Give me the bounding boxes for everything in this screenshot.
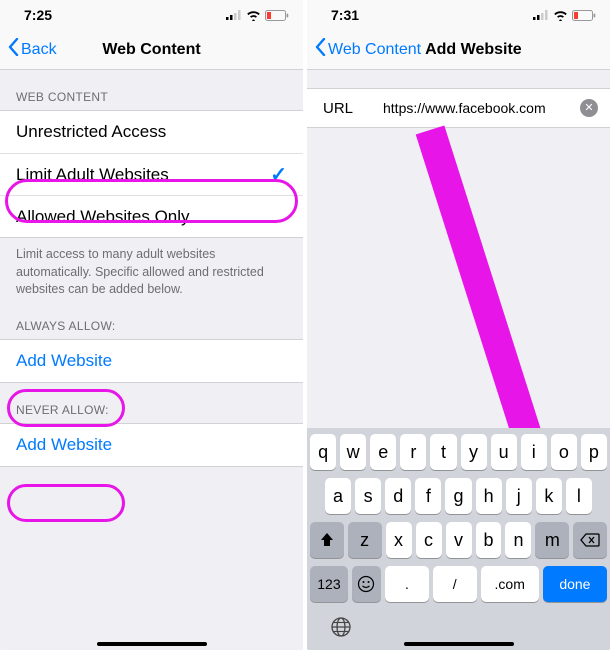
shift-key[interactable]: [310, 522, 344, 558]
keyboard-row: 123 . / .com done: [310, 566, 607, 602]
clear-icon[interactable]: ✕: [580, 99, 598, 117]
key-a[interactable]: a: [325, 478, 351, 514]
wifi-icon: [246, 10, 261, 21]
status-time: 7:25: [24, 7, 52, 23]
battery-icon: [572, 10, 596, 21]
option-label: Allowed Websites Only: [16, 207, 190, 227]
keyboard-row: asdfghjkl: [310, 478, 607, 514]
url-row: URL ✕: [307, 88, 610, 128]
phone-left: 7:25 Back Web Content WEB CONTENT: [0, 0, 303, 650]
key-o[interactable]: o: [551, 434, 577, 470]
key-q[interactable]: q: [310, 434, 336, 470]
page-title: Add Website: [425, 41, 522, 59]
url-label: URL: [323, 100, 383, 117]
key-s[interactable]: s: [355, 478, 381, 514]
key-w[interactable]: w: [340, 434, 366, 470]
wifi-icon: [553, 10, 568, 21]
status-bar: 7:31: [307, 0, 610, 30]
key-j[interactable]: j: [506, 478, 532, 514]
option-label: Limit Adult Websites: [16, 165, 169, 185]
back-label: Back: [21, 41, 57, 59]
section-footer: Limit access to many adult websites auto…: [0, 238, 303, 305]
signal-icon: [533, 10, 549, 20]
web-content-options: Unrestricted Access Limit Adult Websites…: [0, 110, 303, 238]
key-y[interactable]: y: [461, 434, 487, 470]
checkmark-icon: ✓: [270, 162, 287, 187]
option-label: Unrestricted Access: [16, 122, 166, 142]
keyboard-row: qwertyuiop: [310, 434, 607, 470]
highlight-ring: [7, 484, 125, 522]
always-allow-group: Add Website: [0, 339, 303, 383]
phone-right: 7:31 Web Content Add Website URL: [307, 0, 610, 650]
signal-icon: [226, 10, 242, 20]
add-website-button-always[interactable]: Add Website: [0, 340, 303, 382]
back-label: Web Content: [328, 41, 421, 59]
keyboard: qwertyuiop asdfghjkl zxcvbnm 123 . / .co…: [307, 428, 610, 650]
status-time: 7:31: [331, 7, 359, 23]
chevron-left-icon: [315, 38, 326, 61]
home-indicator: [97, 642, 207, 646]
key-z[interactable]: z: [348, 522, 382, 558]
keyboard-bottom: [310, 610, 607, 646]
key-m[interactable]: m: [535, 522, 569, 558]
key-c[interactable]: c: [416, 522, 442, 558]
key-t[interactable]: t: [430, 434, 456, 470]
option-allowed-only[interactable]: Allowed Websites Only: [0, 195, 303, 237]
dotcom-key[interactable]: .com: [481, 566, 539, 602]
key-x[interactable]: x: [386, 522, 412, 558]
emoji-key[interactable]: [352, 566, 381, 602]
add-website-label: Add Website: [16, 435, 112, 455]
battery-icon: [265, 10, 289, 21]
page-title: Web Content: [102, 41, 200, 59]
key-l[interactable]: l: [566, 478, 592, 514]
key-i[interactable]: i: [521, 434, 547, 470]
status-bar: 7:25: [0, 0, 303, 30]
back-button[interactable]: Web Content: [315, 38, 421, 61]
key-b[interactable]: b: [476, 522, 502, 558]
key-n[interactable]: n: [505, 522, 531, 558]
section-header-always-allow: ALWAYS ALLOW:: [0, 305, 303, 339]
key-e[interactable]: e: [370, 434, 396, 470]
key-r[interactable]: r: [400, 434, 426, 470]
nav-bar: Web Content Add Website: [307, 30, 610, 70]
home-indicator: [404, 642, 514, 646]
status-icons: [533, 10, 596, 21]
back-button[interactable]: Back: [8, 38, 57, 61]
nav-bar: Back Web Content: [0, 30, 303, 70]
slash-key[interactable]: /: [433, 566, 477, 602]
option-unrestricted[interactable]: Unrestricted Access: [0, 111, 303, 153]
key-u[interactable]: u: [491, 434, 517, 470]
key-p[interactable]: p: [581, 434, 607, 470]
section-header-never-allow: NEVER ALLOW:: [0, 383, 303, 423]
section-header-web-content: WEB CONTENT: [0, 70, 303, 110]
key-v[interactable]: v: [446, 522, 472, 558]
add-website-label: Add Website: [16, 351, 112, 371]
option-limit-adult[interactable]: Limit Adult Websites ✓: [0, 153, 303, 195]
done-key[interactable]: done: [543, 566, 607, 602]
key-h[interactable]: h: [476, 478, 502, 514]
add-website-button-never[interactable]: Add Website: [0, 424, 303, 466]
key-d[interactable]: d: [385, 478, 411, 514]
keyboard-row: zxcvbnm: [310, 522, 607, 558]
url-input[interactable]: [383, 100, 580, 116]
never-allow-group: Add Website: [0, 423, 303, 467]
status-icons: [226, 10, 289, 21]
globe-icon[interactable]: [330, 616, 352, 644]
numbers-key[interactable]: 123: [310, 566, 348, 602]
key-f[interactable]: f: [415, 478, 441, 514]
key-k[interactable]: k: [536, 478, 562, 514]
backspace-key[interactable]: [573, 522, 607, 558]
chevron-left-icon: [8, 38, 19, 61]
dot-key[interactable]: .: [385, 566, 429, 602]
key-g[interactable]: g: [445, 478, 471, 514]
